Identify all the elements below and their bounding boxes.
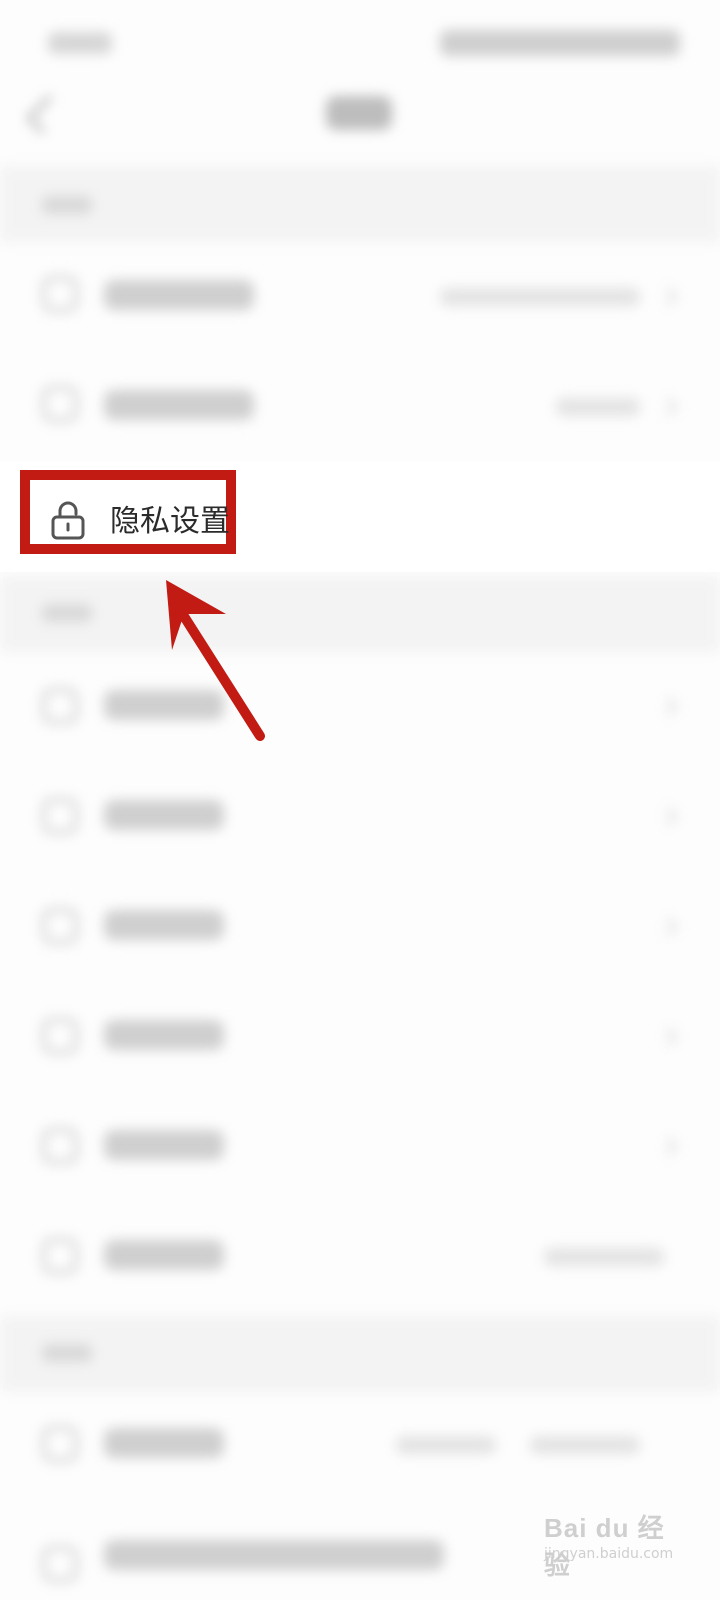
row-icon xyxy=(42,1426,78,1462)
chevron-right-icon xyxy=(659,287,678,306)
row-label[interactable] xyxy=(104,910,224,940)
row-icon xyxy=(42,1018,78,1054)
watermark-url: jingyan.baidu.com xyxy=(544,1546,674,1562)
page-title xyxy=(326,96,392,130)
row-icon xyxy=(42,1546,78,1582)
watermark-brand: Bai du 经验 xyxy=(544,1513,665,1580)
row-label[interactable] xyxy=(104,800,224,830)
chevron-right-icon xyxy=(659,807,678,826)
chevron-right-icon xyxy=(659,917,678,936)
blurred-settings-page xyxy=(0,0,720,1600)
row-icon xyxy=(42,1238,78,1274)
section-header xyxy=(0,576,720,652)
row-value xyxy=(396,1436,496,1454)
row-icon xyxy=(42,386,78,422)
row-label[interactable] xyxy=(104,1020,224,1050)
row-icon xyxy=(42,276,78,312)
highlight-box: 隐私设置 xyxy=(20,470,236,554)
row-icon xyxy=(42,798,78,834)
row-label[interactable] xyxy=(104,280,254,310)
row-value xyxy=(556,398,640,416)
status-icons xyxy=(440,30,680,56)
chevron-right-icon xyxy=(659,1027,678,1046)
row-label[interactable] xyxy=(104,1540,444,1570)
row-label[interactable] xyxy=(104,390,254,420)
row-label[interactable] xyxy=(104,1130,224,1160)
row-value xyxy=(544,1248,664,1266)
status-time xyxy=(48,32,112,54)
chevron-right-icon xyxy=(659,1137,678,1156)
arrow-annotation xyxy=(166,580,265,741)
row-value xyxy=(530,1436,640,1454)
row-value xyxy=(440,288,640,306)
row-icon xyxy=(42,1128,78,1164)
status-bar xyxy=(0,0,720,80)
section-header xyxy=(0,1316,720,1392)
row-icon xyxy=(42,908,78,944)
row-label[interactable] xyxy=(104,1428,224,1458)
row-icon xyxy=(42,688,78,724)
baidu-watermark: Bai du 经验 jingyan.baidu.com xyxy=(540,1490,680,1580)
lock-icon xyxy=(51,501,85,540)
chevron-right-icon xyxy=(659,697,678,716)
section-header xyxy=(0,166,720,242)
row-label[interactable] xyxy=(104,1240,224,1270)
chevron-right-icon xyxy=(659,397,678,416)
privacy-settings-label[interactable]: 隐私设置 xyxy=(110,502,230,542)
